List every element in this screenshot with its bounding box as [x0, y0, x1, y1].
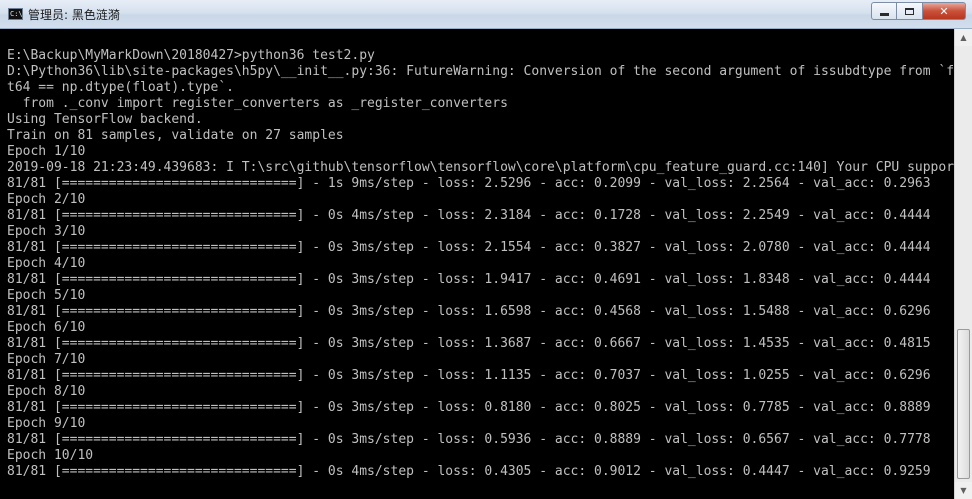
close-icon: ✕ — [939, 4, 949, 18]
vertical-scrollbar[interactable]: ▲ ▼ — [954, 29, 972, 499]
console-line: t64 == np.dtype(float).type`. — [7, 80, 234, 95]
console-line: 81/81 [==============================] -… — [7, 240, 931, 255]
console-line: 81/81 [==============================] -… — [7, 432, 931, 447]
console-line: 81/81 [==============================] -… — [7, 304, 931, 319]
console-line: Epoch 5/10 — [7, 288, 86, 303]
console-line: Epoch 10/10 — [7, 448, 94, 463]
console-line: E:\Backup\MyMarkDown\20180427>python36 t… — [7, 48, 375, 63]
console-line: from ._conv import register_converters a… — [7, 96, 508, 111]
console-line: 81/81 [==============================] -… — [7, 368, 931, 383]
scrollbar-thumb[interactable] — [957, 329, 970, 479]
console-line: Epoch 7/10 — [7, 352, 86, 367]
scroll-down-arrow-icon[interactable]: ▼ — [955, 482, 972, 499]
minimize-icon — [879, 13, 889, 16]
console-line: Epoch 6/10 — [7, 320, 86, 335]
console-line: 2019-09-18 21:23:49.439683: I T:\src\git… — [7, 160, 954, 175]
scroll-up-arrow-icon[interactable]: ▲ — [955, 29, 972, 46]
console-line: 81/81 [==============================] -… — [7, 272, 931, 287]
console-line: D:\Python36\lib\site-packages\h5py\__ini… — [7, 64, 954, 79]
console-line: 81/81 [==============================] -… — [7, 208, 931, 223]
caption-buttons: ✕ — [871, 2, 966, 20]
console-line: Train on 81 samples, validate on 27 samp… — [7, 128, 344, 143]
close-button[interactable]: ✕ — [923, 2, 966, 20]
console-output[interactable]: E:\Backup\MyMarkDown\20180427>python36 t… — [0, 29, 954, 499]
console-line: Epoch 1/10 — [7, 144, 86, 159]
console-line: Epoch 4/10 — [7, 256, 86, 271]
maximize-button[interactable] — [897, 2, 923, 20]
title-bar[interactable]: C:\ 管理员: 黑色涟漪 ✕ — [0, 0, 972, 29]
console-line: 81/81 [==============================] -… — [7, 336, 931, 351]
console-window: C:\ 管理员: 黑色涟漪 ✕ E:\Backup\MyMarkDown\201… — [0, 0, 972, 499]
console-line: Epoch 9/10 — [7, 416, 86, 431]
console-line: Epoch 3/10 — [7, 224, 86, 239]
console-app-icon[interactable]: C:\ — [8, 8, 23, 20]
console-line: Epoch 8/10 — [7, 384, 86, 399]
console-line: Using TensorFlow backend. — [7, 112, 203, 127]
maximize-icon — [905, 7, 914, 15]
console-line: 81/81 [==============================] -… — [7, 400, 931, 415]
window-title: 管理员: 黑色涟漪 — [28, 8, 120, 22]
console-line: 81/81 [==============================] -… — [7, 176, 931, 191]
console-line: 81/81 [==============================] -… — [7, 464, 931, 479]
console-line: Epoch 2/10 — [7, 192, 86, 207]
minimize-button[interactable] — [871, 2, 897, 20]
